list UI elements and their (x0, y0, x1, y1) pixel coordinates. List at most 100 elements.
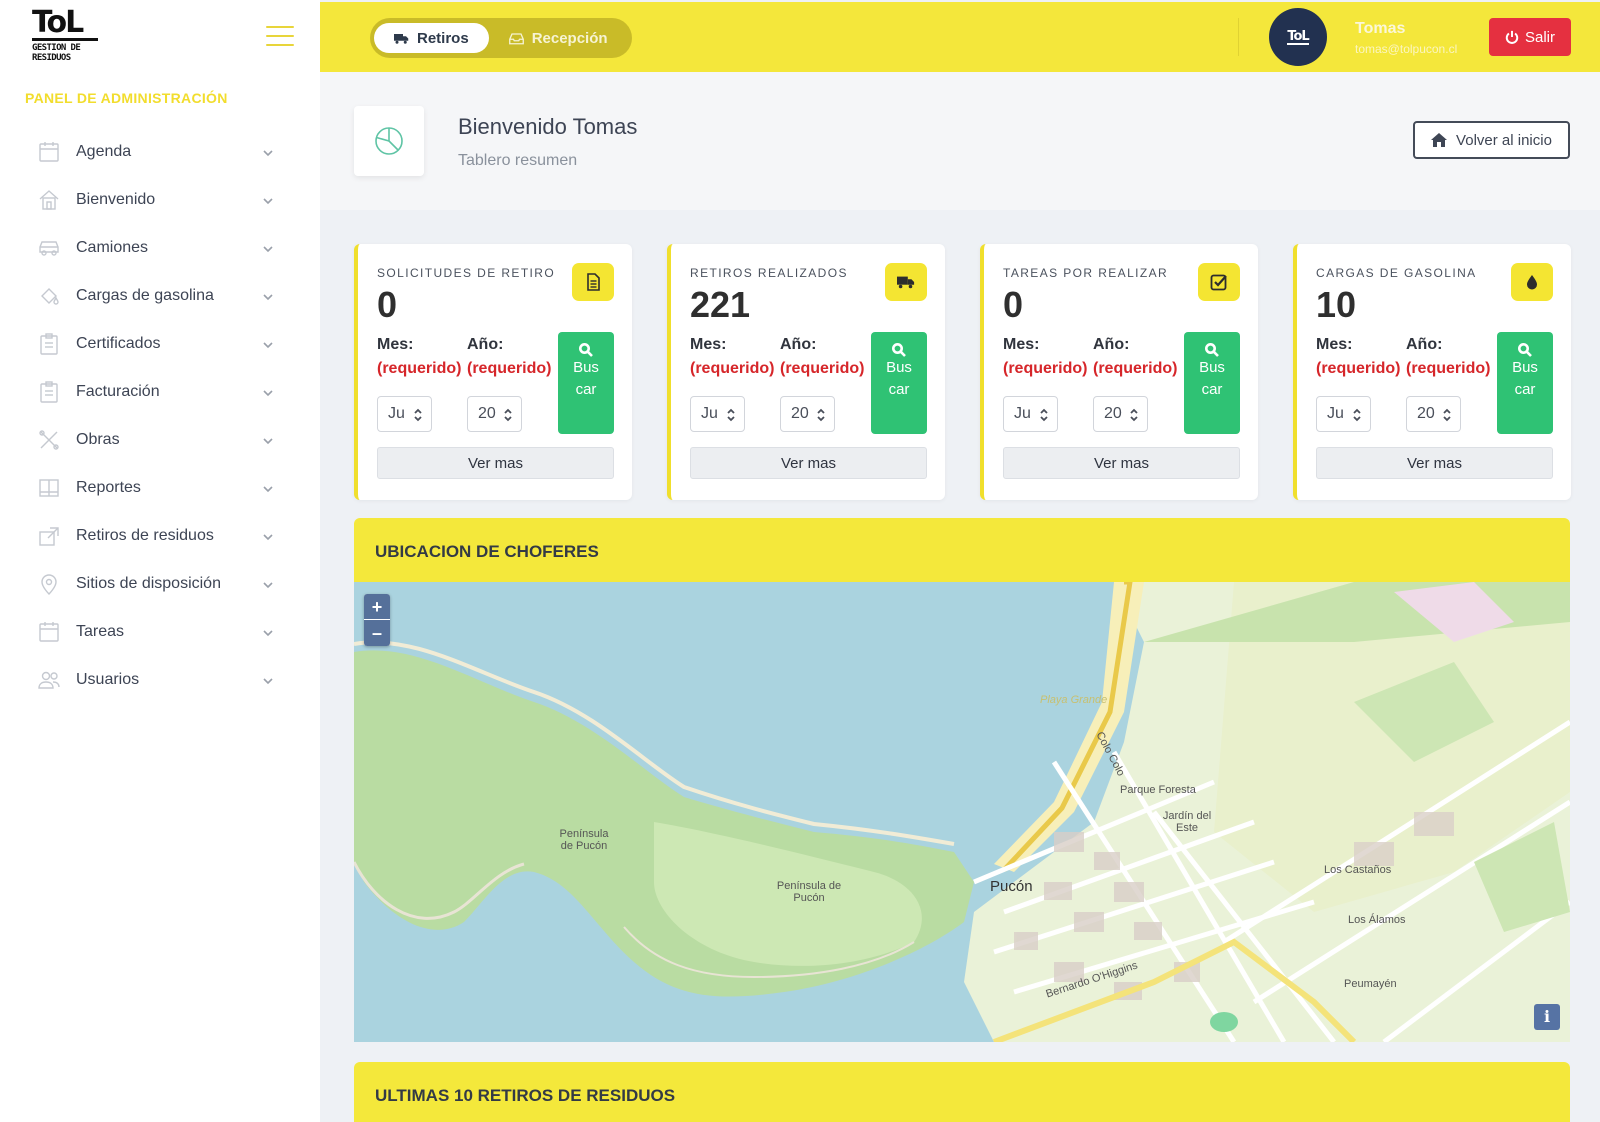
retiros-section-title: ULTIMAS 10 RETIROS DE RESIDUOS (354, 1062, 1570, 1122)
map-label-peninsula: Península de Pucón (559, 828, 609, 852)
month-label: Mes: (1316, 336, 1353, 353)
map-label-jardin: Jardín del Este (1162, 810, 1212, 834)
month-select[interactable]: Ju (1003, 396, 1058, 432)
search-button[interactable]: Buscar (1184, 332, 1240, 434)
chevron-down-icon (262, 578, 274, 590)
month-select[interactable]: Ju (690, 396, 745, 432)
month-select[interactable]: Ju (1316, 396, 1371, 432)
paint-bucket-icon (36, 283, 62, 309)
sidebar-item-obras[interactable]: Obras (0, 416, 320, 464)
sidebar-item-label: Cargas de gasolina (76, 287, 214, 304)
year-label: Año: (780, 336, 817, 353)
back-home-button[interactable]: Volver al inicio (1413, 121, 1570, 159)
sidebar-item-label: Usuarios (76, 671, 140, 688)
sidebar-item-cargas-gasolina[interactable]: Cargas de gasolina (0, 272, 320, 320)
map-label-playa: Playa Grande (1040, 694, 1108, 706)
clipboard-icon (36, 379, 62, 405)
panel-title: PANEL DE ADMINISTRACIÓN (25, 90, 228, 106)
sidebar-item-label: Facturación (76, 383, 160, 400)
sidebar-item-label: Obras (76, 431, 120, 448)
module-switch: Retiros Recepción (370, 18, 632, 58)
sidebar-item-bienvenido[interactable]: Bienvenido (0, 176, 320, 224)
month-required-text: (requerido) (1316, 360, 1401, 377)
map-tiles (354, 582, 1570, 1042)
zoom-out-button[interactable]: – (364, 620, 390, 646)
brand-logo[interactable]: ToL GESTION DE RESIDUOS (32, 8, 100, 64)
year-label: Año: (1093, 336, 1130, 353)
calendar-icon (36, 139, 62, 165)
sidebar-item-agenda[interactable]: Agenda (0, 128, 320, 176)
truck-icon (885, 263, 927, 301)
map-label-castanos: Los Castaños (1324, 864, 1392, 876)
search-icon (579, 343, 593, 357)
chevron-down-icon (262, 626, 274, 638)
chevron-down-icon (262, 434, 274, 446)
sidebar-item-facturacion[interactable]: Facturación (0, 368, 320, 416)
year-required-text: (requerido) (1406, 360, 1491, 377)
map-label-parque: Parque Foresta (1120, 784, 1196, 796)
map-section-title: UBICACION DE CHOFERES (354, 518, 1570, 582)
search-button[interactable]: Buscar (558, 332, 614, 434)
pie-chart-icon (354, 106, 424, 176)
hamburger-menu-icon[interactable] (266, 26, 294, 46)
sidebar-item-sitios-disposicion[interactable]: Sitios de disposición (0, 560, 320, 608)
truck-icon (394, 33, 409, 44)
stat-card-value: 0 (377, 284, 398, 325)
sidebar-item-label: Bienvenido (76, 191, 156, 208)
map-label-alamos: Los Álamos (1348, 914, 1406, 926)
stat-card-value: 10 (1316, 284, 1357, 325)
sidebar-item-label: Retiros de residuos (76, 527, 214, 544)
see-more-button[interactable]: Ver mas (377, 447, 614, 479)
chevron-down-icon (262, 146, 274, 158)
sidebar: ToL GESTION DE RESIDUOS PANEL DE ADMINIS… (0, 0, 320, 1122)
search-button[interactable]: Buscar (871, 332, 927, 434)
clipboard-icon (36, 331, 62, 357)
sidebar-item-reportes[interactable]: Reportes (0, 464, 320, 512)
user-email: tomas@tolpucon.cl (1355, 42, 1458, 56)
avatar[interactable]: ToL (1269, 8, 1327, 66)
search-icon (1205, 343, 1219, 357)
check-square-icon (1198, 263, 1240, 301)
drivers-map[interactable]: + – Pucón Península de Pucón Península d… (354, 582, 1570, 1042)
sidebar-item-label: Tareas (76, 623, 125, 640)
map-zoom-control: + – (364, 594, 390, 646)
home-icon (1431, 133, 1448, 147)
tab-recepcion[interactable]: Recepción (489, 23, 628, 53)
month-required-text: (requerido) (377, 360, 462, 377)
sidebar-item-certificados[interactable]: Certificados (0, 320, 320, 368)
sidebar-item-usuarios[interactable]: Usuarios (0, 656, 320, 704)
sidebar-item-label: Certificados (76, 335, 161, 352)
see-more-button[interactable]: Ver mas (690, 447, 927, 479)
sidebar-item-label: Agenda (76, 143, 132, 160)
logout-button[interactable]: Salir (1489, 18, 1571, 56)
chevron-down-icon (262, 194, 274, 206)
stat-card-title: SOLICITUDES DE RETIRO (377, 266, 556, 280)
year-select[interactable]: 20 (1406, 396, 1461, 432)
zoom-in-button[interactable]: + (364, 594, 390, 620)
see-more-button[interactable]: Ver mas (1003, 447, 1240, 479)
sidebar-item-camiones[interactable]: Camiones (0, 224, 320, 272)
sidebar-item-retiros-residuos[interactable]: Retiros de residuos (0, 512, 320, 560)
power-icon (1505, 30, 1519, 44)
month-select[interactable]: Ju (377, 396, 432, 432)
topbar-divider (1238, 18, 1239, 56)
topbar: Retiros Recepción ToL Tomas tomas@tolpuc… (320, 2, 1600, 72)
map-info-button[interactable]: i (1534, 1004, 1560, 1030)
year-select[interactable]: 20 (1093, 396, 1148, 432)
user-name: Tomas (1355, 20, 1406, 37)
calendar-icon (36, 619, 62, 645)
inbox-icon (508, 32, 524, 44)
year-label: Año: (1406, 336, 1443, 353)
share-icon (36, 523, 62, 549)
home-icon (36, 187, 62, 213)
sidebar-item-label: Camiones (76, 239, 149, 256)
search-button[interactable]: Buscar (1497, 332, 1553, 434)
year-select[interactable]: 20 (780, 396, 835, 432)
sidebar-item-tareas[interactable]: Tareas (0, 608, 320, 656)
year-select[interactable]: 20 (467, 396, 522, 432)
tab-retiros[interactable]: Retiros (374, 23, 489, 53)
chevron-down-icon (262, 386, 274, 398)
year-required-text: (requerido) (780, 360, 865, 377)
see-more-button[interactable]: Ver mas (1316, 447, 1553, 479)
location-pin-icon (36, 571, 62, 597)
